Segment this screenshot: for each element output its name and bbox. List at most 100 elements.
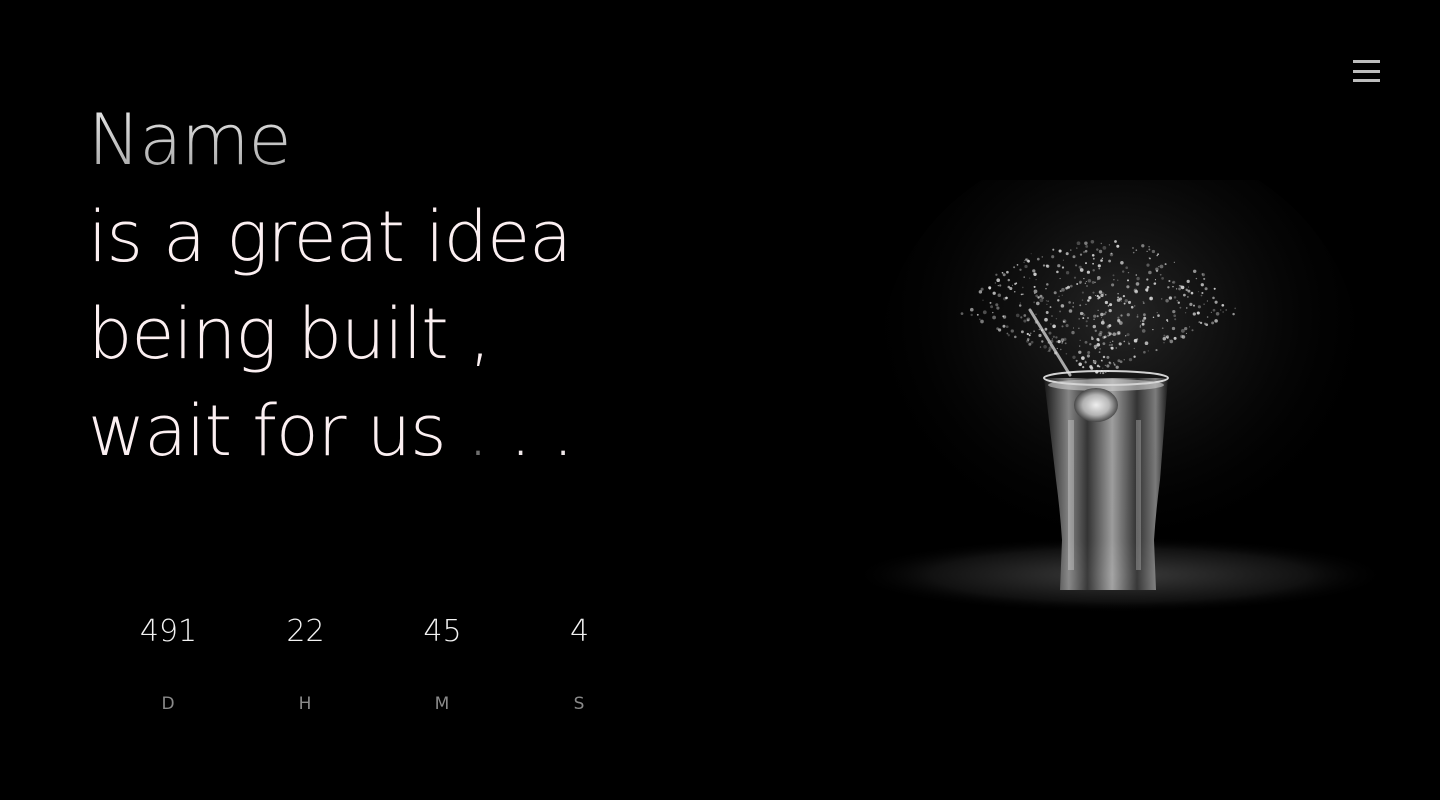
splash-particle xyxy=(1173,314,1177,318)
splash-particle xyxy=(970,307,974,312)
splash-particle xyxy=(1159,273,1162,276)
splash-particle xyxy=(996,278,1001,283)
splash-particle xyxy=(1125,266,1129,270)
splash-particle xyxy=(1186,307,1188,309)
splash-particle xyxy=(1043,345,1047,349)
splash-particle xyxy=(1072,327,1075,329)
splash-particle xyxy=(1052,324,1056,329)
splash-particle xyxy=(1192,269,1197,274)
splash-particle xyxy=(1137,314,1139,316)
splash-particle xyxy=(1046,303,1048,306)
splash-particle xyxy=(1126,313,1130,317)
splash-particle xyxy=(1036,257,1040,261)
splash-particle xyxy=(1148,257,1151,259)
splash-particle xyxy=(1214,300,1218,304)
splash-particle xyxy=(1030,253,1032,255)
headline-line-3-text: wait for us xyxy=(88,390,447,472)
splash-particle xyxy=(1065,252,1069,256)
splash-particle xyxy=(1057,264,1061,268)
hamburger-menu-icon[interactable] xyxy=(1353,58,1381,84)
menu-bar xyxy=(1353,69,1380,73)
countdown-seconds-value: 4 xyxy=(569,614,590,649)
splash-particle xyxy=(1010,329,1014,333)
splash-particle xyxy=(1055,336,1058,339)
splash-particle xyxy=(1110,252,1113,255)
splash-particle xyxy=(1135,282,1140,286)
splash-particle xyxy=(1095,372,1097,374)
splash-particle xyxy=(1112,340,1114,342)
splash-particle xyxy=(1086,285,1088,287)
splash-particle xyxy=(1024,264,1028,269)
splash-particle xyxy=(1176,300,1178,302)
splash-particle xyxy=(1190,291,1194,295)
splash-particle xyxy=(1213,287,1216,290)
splash-particle xyxy=(990,305,994,309)
splash-particle xyxy=(1070,249,1072,251)
liquid-surface xyxy=(1048,379,1164,391)
splash-particle xyxy=(1143,313,1146,317)
splash-particle xyxy=(1147,350,1149,352)
splash-particle xyxy=(1101,257,1104,259)
splash-particle xyxy=(1103,336,1106,339)
splash-particle xyxy=(1078,350,1082,354)
splash-particle xyxy=(1085,303,1087,306)
splash-particle xyxy=(1065,271,1070,275)
splash-particle xyxy=(1062,259,1064,261)
splash-particle xyxy=(1060,338,1065,342)
menu-bar xyxy=(1353,79,1380,82)
loading-dots: . . . xyxy=(446,390,574,472)
splash-particle xyxy=(1141,329,1146,333)
splash-particle xyxy=(1058,249,1062,253)
splash-particle xyxy=(1014,282,1017,286)
splash-particle xyxy=(997,293,1002,298)
splash-particle xyxy=(1002,273,1006,277)
countdown-minutes: 45 M xyxy=(374,612,511,714)
splash-particle xyxy=(1203,277,1206,280)
splash-particle xyxy=(1102,342,1106,345)
countdown-timer: 491 D 22 H 45 M 4 S xyxy=(100,612,648,714)
splash-particle xyxy=(1086,270,1090,274)
splash-particle xyxy=(989,301,992,304)
splash-particle xyxy=(1107,331,1111,334)
splash-particle xyxy=(1092,291,1095,294)
splash-particle xyxy=(1126,285,1130,289)
splash-particle xyxy=(1124,299,1128,303)
splash-particle xyxy=(1166,320,1169,322)
splash-particle xyxy=(1127,271,1130,274)
splash-particle xyxy=(1019,268,1022,271)
splash-particle xyxy=(1085,244,1089,248)
splash-particle xyxy=(1098,267,1101,270)
splash-particle xyxy=(1079,339,1081,342)
splash-particle xyxy=(1032,269,1036,273)
splash-particle xyxy=(1114,240,1117,243)
splash-particle xyxy=(1079,311,1084,316)
splash-particle xyxy=(1091,280,1095,284)
splash-particle xyxy=(1146,250,1148,253)
splash-particle xyxy=(1212,308,1216,312)
splash-particle xyxy=(1187,286,1190,288)
splash-particle xyxy=(1132,247,1134,249)
splash-particle xyxy=(1014,335,1017,339)
splash-particle xyxy=(1132,251,1135,254)
splash-particle xyxy=(1078,265,1082,269)
splash-particle xyxy=(1094,347,1096,350)
splash-particle xyxy=(1034,292,1036,295)
countdown-minutes-value: 45 xyxy=(423,614,462,649)
coming-soon-page: Name is a great idea being built , wait … xyxy=(0,0,1440,800)
splash-particle xyxy=(1115,347,1117,349)
splash-particle xyxy=(1051,338,1054,340)
splash-particle xyxy=(1117,319,1121,323)
splash-particle xyxy=(1023,319,1027,323)
splash-particle xyxy=(1091,336,1093,338)
splash-particle xyxy=(1005,296,1008,300)
splash-particle xyxy=(1156,311,1158,314)
splash-particle xyxy=(1059,310,1062,313)
splash-particle xyxy=(1189,326,1191,328)
splash-particle xyxy=(1061,342,1063,344)
splash-particle xyxy=(1185,332,1187,334)
countdown-hours: 22 H xyxy=(237,612,374,714)
splash-particle xyxy=(1165,336,1168,338)
splash-particle xyxy=(1048,331,1052,335)
headline: Name is a great idea being built , wait … xyxy=(88,92,574,480)
splash-particle xyxy=(1200,294,1203,297)
